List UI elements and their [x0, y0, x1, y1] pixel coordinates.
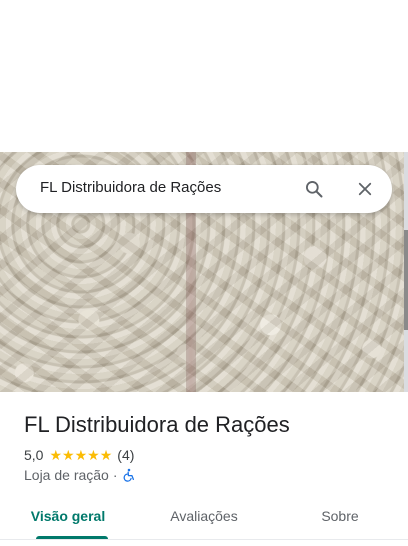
tab-about-label: Sobre: [321, 508, 359, 524]
tab-reviews[interactable]: Avaliações: [136, 492, 272, 540]
star-icon: ★: [99, 447, 113, 463]
place-panel: FL Distribuidora de Rações 5,0 ★ ★ ★ ★ ★ (4)…: [0, 392, 408, 546]
star-icon: ★: [87, 447, 100, 463]
category-label[interactable]: Loja de ração: [24, 467, 109, 483]
search-box[interactable]: FL Distribuidora de Rações: [16, 165, 392, 213]
wheelchair-icon: [122, 468, 136, 482]
search-icon[interactable]: [302, 177, 326, 201]
blank-header-area: [0, 0, 408, 152]
star-icon: ★: [62, 447, 75, 463]
tab-bar: Visão geral Avaliações Sobre: [0, 492, 408, 540]
rating-value: 5,0: [24, 447, 44, 463]
search-input[interactable]: FL Distribuidora de Rações: [40, 179, 221, 196]
tab-about[interactable]: Sobre: [272, 492, 408, 540]
star-rating: ★ ★ ★ ★ ★: [49, 448, 112, 462]
rating-row[interactable]: 5,0 ★ ★ ★ ★ ★ (4): [24, 447, 134, 463]
meta-row: Loja de ração ·: [24, 467, 136, 483]
star-icon: ★: [74, 447, 88, 463]
tab-overview[interactable]: Visão geral: [0, 492, 136, 540]
active-tab-indicator: [36, 536, 108, 539]
place-title: FL Distribuidora de Rações: [24, 412, 290, 437]
separator: ·: [112, 467, 118, 483]
scrollbar-thumb[interactable]: [404, 230, 408, 330]
close-icon[interactable]: [353, 177, 377, 201]
tab-overview-label: Visão geral: [30, 508, 106, 524]
star-icon: ★: [49, 447, 63, 463]
review-count-link[interactable]: (4): [117, 447, 134, 463]
tab-reviews-label: Avaliações: [170, 508, 238, 524]
